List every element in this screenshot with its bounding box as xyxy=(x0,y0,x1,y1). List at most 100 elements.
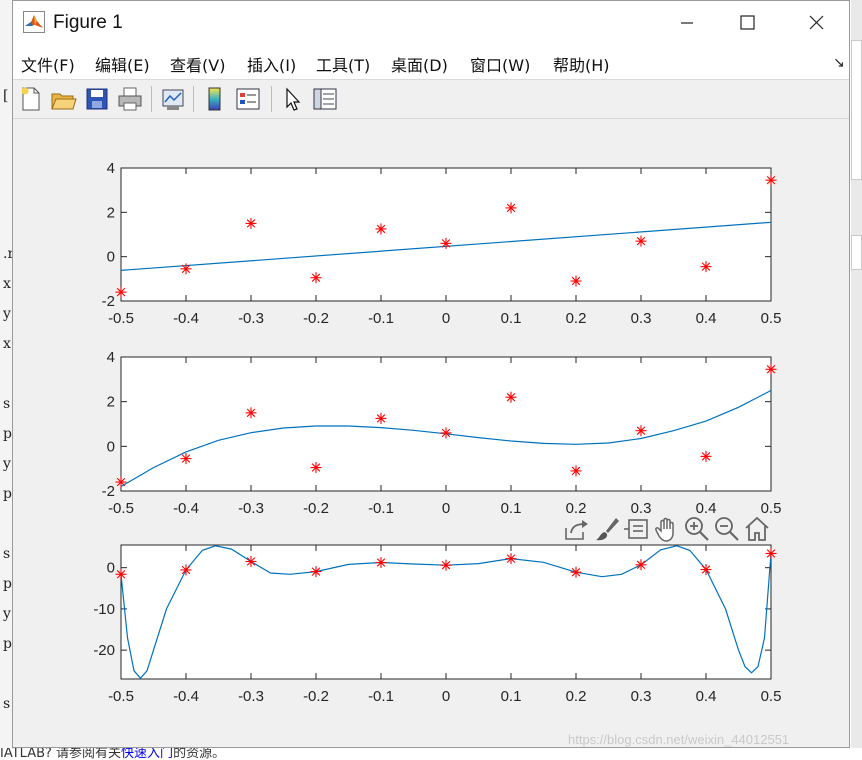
print-icon[interactable] xyxy=(116,85,144,113)
data-point-marker xyxy=(570,465,582,477)
menu-edit[interactable]: 编辑(E) xyxy=(95,52,150,76)
y-tick-label: -20 xyxy=(93,642,115,659)
x-tick-label: -0.3 xyxy=(238,310,264,327)
zoom-out-icon[interactable] xyxy=(713,515,741,543)
y-tick-label: 4 xyxy=(107,160,115,177)
background-text-char: s xyxy=(3,546,11,562)
background-text-char: [ xyxy=(3,88,9,104)
menu-window[interactable]: 窗口(W) xyxy=(470,52,530,76)
hint-text: IATLAB? 请参阅有关 xyxy=(0,748,122,760)
x-tick-label: -0.4 xyxy=(173,688,199,705)
watermark-text: https://blog.csdn.net/weixin_44012551 xyxy=(568,732,790,747)
open-file-icon[interactable] xyxy=(49,85,77,113)
x-tick-label: -0.4 xyxy=(173,310,199,327)
x-tick-label: 0.1 xyxy=(501,688,522,705)
brush-icon[interactable] xyxy=(593,516,621,542)
data-point-marker xyxy=(765,547,777,559)
legend-icon[interactable] xyxy=(234,85,262,113)
menu-insert[interactable]: 插入(I) xyxy=(247,52,296,76)
y-tick-label: -2 xyxy=(102,483,115,500)
x-tick-label: -0.1 xyxy=(368,688,394,705)
x-tick-label: 0 xyxy=(442,688,450,705)
menu-tools[interactable]: 工具(T) xyxy=(316,52,370,76)
background-text-char: p xyxy=(3,426,12,442)
zoom-in-icon[interactable] xyxy=(683,515,711,543)
x-tick-label: 0.3 xyxy=(631,310,652,327)
data-point-marker xyxy=(635,559,647,571)
x-tick-label: -0.1 xyxy=(368,310,394,327)
x-tick-label: 0.1 xyxy=(501,500,522,517)
background-text-char: y xyxy=(3,606,11,622)
background-text-char: x xyxy=(3,276,11,292)
toolbar-separator xyxy=(151,86,152,112)
background-text-char: p xyxy=(3,486,12,502)
edit-plot-arrow-icon[interactable] xyxy=(279,85,307,113)
figure-toolbar xyxy=(13,80,849,119)
data-point-marker xyxy=(180,453,192,465)
link-plot-icon[interactable] xyxy=(159,85,187,113)
data-point-marker xyxy=(375,557,387,569)
x-tick-label: -0.5 xyxy=(108,688,134,705)
x-tick-label: 0.1 xyxy=(501,310,522,327)
axes-1-plot-area xyxy=(120,167,772,302)
menu-file[interactable]: 文件(F) xyxy=(21,52,75,76)
data-point-marker xyxy=(700,450,712,462)
title-bar[interactable]: Figure 1 xyxy=(13,1,849,45)
home-icon[interactable] xyxy=(743,515,771,543)
matlab-logo-icon xyxy=(23,11,45,33)
quick-start-link[interactable]: 快速入门 xyxy=(121,748,173,760)
figure-window: Figure 1 文件(F) 编辑(E) 查看(V) 插入(I) 工具(T) 桌… xyxy=(12,0,850,748)
x-tick-label: 0 xyxy=(442,500,450,517)
data-point-marker xyxy=(245,555,257,567)
data-point-marker xyxy=(570,566,582,578)
menu-help[interactable]: 帮助(H) xyxy=(553,52,610,76)
x-tick-label: 0.5 xyxy=(761,310,782,327)
axes-2-plot-area xyxy=(120,356,772,492)
background-text-char: s xyxy=(3,396,11,412)
new-figure-icon[interactable] xyxy=(17,85,45,113)
data-point-marker xyxy=(310,566,322,578)
x-tick-label: 0.2 xyxy=(566,310,587,327)
x-tick-label: -0.2 xyxy=(303,688,329,705)
x-tick-label: 0.5 xyxy=(761,688,782,705)
x-tick-label: 0.4 xyxy=(696,688,717,705)
y-tick-label: 0 xyxy=(107,249,115,266)
pan-hand-icon[interactable] xyxy=(653,515,681,543)
minimize-button[interactable] xyxy=(663,1,709,45)
x-tick-label: -0.2 xyxy=(303,310,329,327)
x-tick-label: 0.3 xyxy=(631,688,652,705)
y-tick-label: -10 xyxy=(93,601,115,618)
data-point-marker xyxy=(180,564,192,576)
toolbar-separator xyxy=(193,86,194,112)
data-point-marker xyxy=(505,553,517,565)
background-command-hint: IATLAB? 请参阅有关快速入门的资源。 xyxy=(0,748,862,760)
property-inspector-icon[interactable] xyxy=(311,85,339,113)
menu-desktop[interactable]: 桌面(D) xyxy=(391,52,448,76)
y-tick-label: 0 xyxy=(107,438,115,455)
data-tips-icon[interactable] xyxy=(623,516,651,542)
y-tick-label: 2 xyxy=(107,204,115,221)
colorbar-icon[interactable] xyxy=(201,85,229,113)
window-title: Figure 1 xyxy=(53,12,123,33)
x-tick-label: -0.1 xyxy=(368,500,394,517)
x-tick-label: -0.5 xyxy=(108,500,134,517)
x-tick-label: -0.3 xyxy=(238,688,264,705)
save-icon[interactable] xyxy=(83,85,111,113)
background-text-char: y xyxy=(3,306,11,322)
close-button[interactable] xyxy=(793,1,839,45)
x-tick-label: -0.5 xyxy=(108,310,134,327)
maximize-button[interactable] xyxy=(723,1,769,45)
background-text-char: y xyxy=(3,456,11,472)
background-panel xyxy=(851,40,862,180)
dock-arrow-icon[interactable]: ↘ xyxy=(833,55,845,71)
export-icon[interactable] xyxy=(563,516,591,542)
background-panel xyxy=(851,235,862,270)
x-tick-label: -0.4 xyxy=(173,500,199,517)
menu-bar: 文件(F) 编辑(E) 查看(V) 插入(I) 工具(T) 桌面(D) 窗口(W… xyxy=(13,45,849,80)
background-text-char: x xyxy=(3,336,11,352)
x-tick-label: 0.4 xyxy=(696,310,717,327)
y-tick-label: 2 xyxy=(107,394,115,411)
menu-view[interactable]: 查看(V) xyxy=(170,52,225,76)
y-tick-label: 0 xyxy=(107,560,115,577)
x-tick-label: -0.2 xyxy=(303,500,329,517)
